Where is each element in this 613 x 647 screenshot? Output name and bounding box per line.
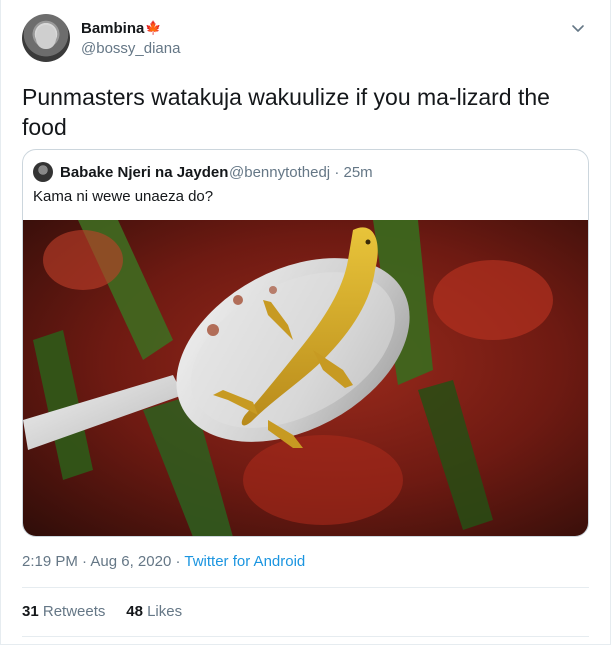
quoted-tweet[interactable]: Babake Njeri na Jayden @bennytothedj · 2… <box>22 149 589 537</box>
chevron-down-icon[interactable] <box>570 20 586 36</box>
tweet-stats: 31 Retweets 48 Likes <box>22 603 182 620</box>
divider <box>22 636 589 637</box>
author-name-text[interactable]: Bambina <box>81 20 144 37</box>
quoted-author-name: Babake Njeri na Jayden <box>60 164 229 181</box>
meta-separator: · <box>82 553 88 570</box>
tweet-card: Bambina🍁 @bossy_diana Punmasters watakuj… <box>0 0 611 645</box>
tweet-source-link[interactable]: Twitter for Android <box>184 553 305 570</box>
quoted-separator: · <box>334 164 340 181</box>
maple-leaf-icon: 🍁 <box>145 20 162 35</box>
quoted-handle-text: @bennytothedj <box>229 164 331 181</box>
retweets-label: Retweets <box>42 603 106 620</box>
tweet-text: Punmasters watakuja wakuulize if you ma-… <box>22 84 550 140</box>
retweets-stat[interactable]: 31 Retweets <box>22 603 105 620</box>
tweet-meta: 2:19 PM · Aug 6, 2020 · Twitter for Andr… <box>22 553 305 570</box>
quoted-author-handle: @bennytothedj · 25m <box>229 164 373 181</box>
quoted-text: Kama ni wewe unaeza do? <box>33 188 214 205</box>
author-name[interactable]: Bambina🍁 <box>81 20 162 37</box>
quoted-time: 25m <box>343 164 373 181</box>
author-handle[interactable]: @bossy_diana <box>81 40 180 57</box>
quoted-photo[interactable] <box>23 220 588 537</box>
divider <box>22 587 589 588</box>
tweet-time[interactable]: 2:19 PM <box>22 553 78 570</box>
author-avatar[interactable] <box>22 14 70 62</box>
likes-count: 48 <box>126 603 143 620</box>
quoted-avatar <box>33 162 53 182</box>
tweet-date[interactable]: Aug 6, 2020 <box>90 553 171 570</box>
meta-separator: · <box>175 553 181 570</box>
likes-stat[interactable]: 48 Likes <box>126 603 182 620</box>
retweets-count: 31 <box>22 603 39 620</box>
likes-label: Likes <box>147 603 183 620</box>
